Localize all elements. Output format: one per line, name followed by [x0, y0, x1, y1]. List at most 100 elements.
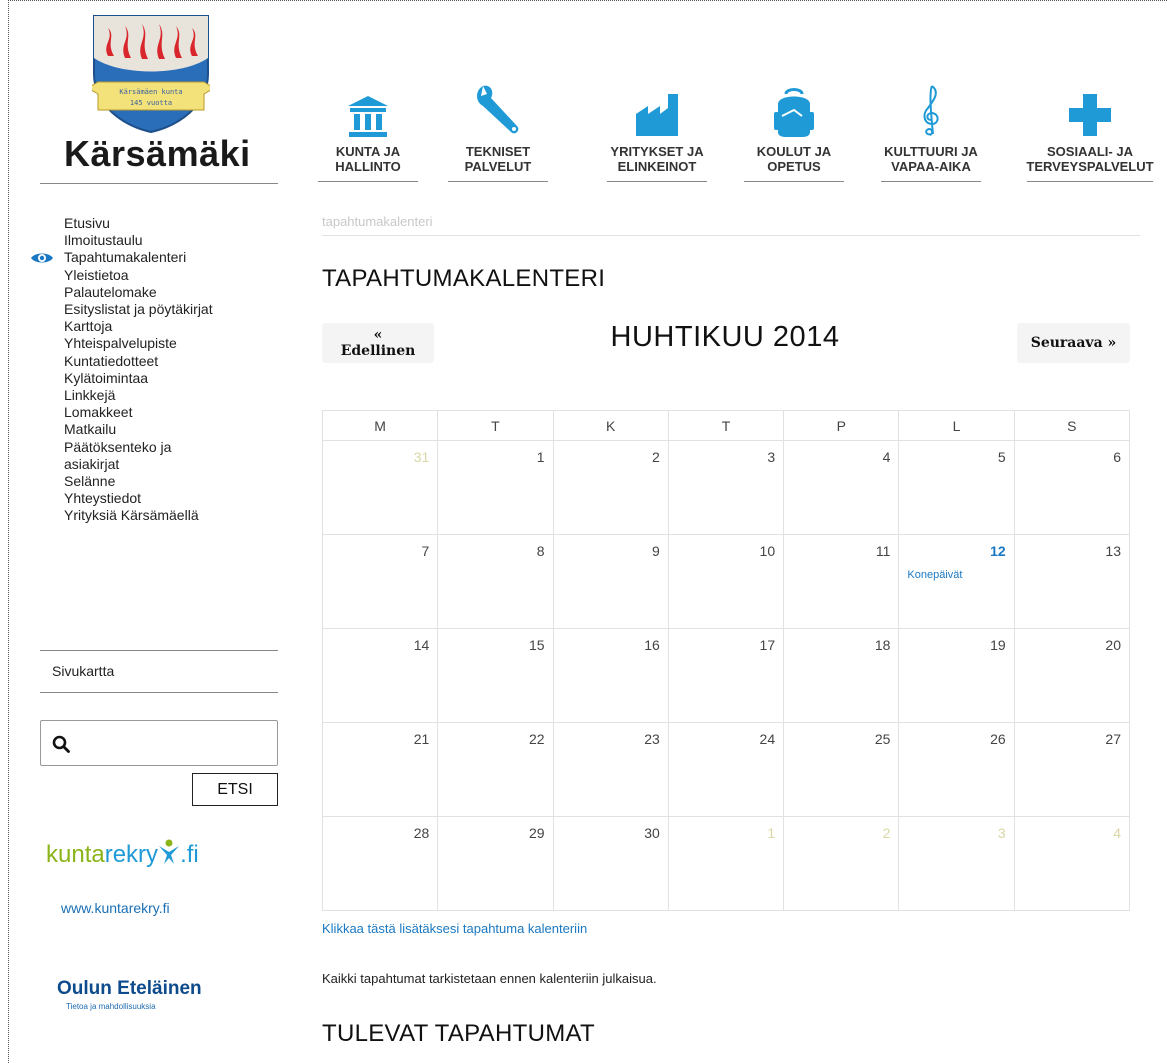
calendar-day-cell[interactable]: 21 — [321, 722, 439, 817]
calendar-day-cell[interactable]: 1 — [667, 816, 785, 911]
topnav-underline — [318, 181, 418, 182]
calendar-event-link[interactable]: Konepäivät — [899, 569, 1005, 581]
search-input[interactable] — [81, 729, 271, 757]
topnav-sosiaali-line1: SOSIAALI- JA — [1047, 144, 1133, 159]
previous-month-button[interactable]: « Edellinen — [322, 323, 434, 363]
calendar-day-cell[interactable]: 29 — [437, 816, 554, 911]
side-nav-item-karttoja[interactable]: Karttoja — [64, 318, 284, 335]
calendar-day-cell[interactable]: 31 — [321, 440, 439, 535]
side-nav-item-esityslistat[interactable]: Esityslistat ja pöytäkirjat — [64, 301, 284, 318]
day-number: 1 — [767, 825, 776, 841]
kuntarekry-part2: rekry — [104, 841, 159, 868]
search-button[interactable]: ETSI — [192, 773, 278, 806]
calendar-day-cell[interactable]: 26 — [898, 722, 1015, 817]
search-icon — [52, 735, 70, 753]
day-number: 9 — [652, 543, 660, 559]
calendar-day-cell[interactable]: 23 — [552, 722, 669, 817]
calendar-day-cell[interactable]: 27 — [1013, 722, 1131, 817]
calendar-day-cell[interactable]: 30 — [552, 816, 669, 911]
side-nav-item-tapahtumakalenteri-row[interactable]: Tapahtumakalenteri — [31, 249, 284, 266]
calendar-day-cell[interactable]: 28 — [321, 816, 439, 911]
day-number: 7 — [421, 543, 430, 559]
calendar-day-cell[interactable]: 4 — [783, 440, 900, 535]
calendar-day-cell[interactable]: 4 — [1013, 816, 1131, 911]
side-nav-item-linkkeja[interactable]: Linkkejä — [64, 387, 284, 404]
side-nav-item-ilmoitustaulu[interactable]: Ilmoitustaulu — [64, 232, 284, 249]
side-nav-item-palautelomake[interactable]: Palautelomake — [64, 284, 284, 301]
day-number: 25 — [874, 731, 891, 747]
calendar-day-cell[interactable]: 20 — [1013, 628, 1131, 723]
calendar-day-cell[interactable]: 13 — [1013, 534, 1131, 629]
breadcrumb[interactable]: tapahtumakalenteri — [322, 214, 433, 229]
topnav-kulttuuri-line1: KULTTUURI JA — [884, 144, 978, 159]
site-name[interactable]: Kärsämäki — [64, 133, 251, 175]
weekday-header: K — [552, 410, 669, 441]
side-nav-item-tapahtumakalenteri: Tapahtumakalenteri — [64, 249, 187, 266]
day-number: 2 — [882, 825, 891, 841]
day-number: 15 — [528, 637, 545, 653]
side-nav-item-paatoksenteko[interactable]: Päätöksenteko ja asiakirjat — [64, 439, 214, 473]
topnav-underline — [881, 181, 981, 182]
topnav-tekniset-palvelut[interactable]: TEKNISET PALVELUT — [443, 78, 553, 182]
weekday-header: T — [437, 410, 554, 441]
coat-of-arms-logo[interactable]: Kärsämäen kunta 145 vuotta — [92, 14, 210, 134]
calendar-day-cell[interactable]: 25 — [783, 722, 900, 817]
day-number: 6 — [1113, 449, 1121, 465]
calendar-day-cell[interactable]: 17 — [667, 628, 785, 723]
side-nav-item-kuntatiedotteet[interactable]: Kuntatiedotteet — [64, 353, 284, 370]
side-nav-item-selanne[interactable]: Selänne — [64, 473, 284, 490]
calendar-day-cell[interactable]: 24 — [667, 722, 785, 817]
calendar-day-cell[interactable]: 14 — [321, 628, 439, 723]
calendar-day-cell[interactable]: 7 — [321, 534, 439, 629]
calendar-day-cell[interactable]: 11 — [783, 534, 900, 629]
calendar-day-cell[interactable]: 1 — [437, 440, 554, 535]
calendar-day-cell[interactable]: 15 — [437, 628, 554, 723]
topnav-underline — [448, 181, 548, 182]
day-number: 4 — [1113, 825, 1121, 841]
calendar-day-cell[interactable]: 8 — [437, 534, 554, 629]
add-event-link[interactable]: Klikkaa tästä lisätäksesi tapahtuma kale… — [322, 921, 587, 936]
calendar-day-cell[interactable]: 19 — [898, 628, 1015, 723]
day-number: 26 — [990, 731, 1006, 747]
medical-cross-icon — [1069, 94, 1111, 136]
kuntarekry-logo[interactable]: kuntarekry .fi — [46, 838, 199, 869]
calendar-day-cell[interactable]: 2 — [783, 816, 900, 911]
calendar-day-cell[interactable]: 2 — [552, 440, 669, 535]
topnav-yritykset-line1: YRITYKSET JA — [610, 144, 704, 159]
day-number: 23 — [644, 731, 660, 747]
upcoming-events-title: TULEVAT TAPAHTUMAT — [322, 1020, 595, 1047]
topnav-kulttuuri-ja-vapaa-aika[interactable]: KULTTUURI JA VAPAA-AIKA — [876, 78, 986, 182]
oulun-etelainen-logo[interactable]: Oulun Eteläinen — [57, 978, 202, 1000]
topnav-tekniset-line1: TEKNISET — [465, 144, 531, 159]
side-nav-item-matkailu[interactable]: Matkailu — [64, 421, 284, 438]
side-nav-item-yleistietoa[interactable]: Yleistietoa — [64, 267, 284, 284]
day-number: 20 — [1105, 637, 1121, 653]
calendar-day-cell[interactable]: 10 — [667, 534, 785, 629]
side-nav-item-yhteispalvelupiste[interactable]: Yhteispalvelupiste — [64, 335, 284, 352]
calendar-day-cell[interactable]: 18 — [783, 628, 900, 723]
side-nav-item-yhteystiedot[interactable]: Yhteystiedot — [64, 490, 284, 507]
side-nav-item-kylatoimintaa[interactable]: Kylätoimintaa — [64, 370, 284, 387]
kuntarekry-url-link[interactable]: www.kuntarekry.fi — [61, 900, 170, 916]
sitemap-link[interactable]: Sivukartta — [52, 663, 114, 679]
calendar-week-row: 21 22 23 24 25 26 27 — [321, 722, 1131, 817]
calendar-day-cell[interactable]: 6 — [1013, 440, 1131, 535]
calendar-day-cell[interactable]: 9 — [552, 534, 669, 629]
topnav-yritykset-ja-elinkeinot[interactable]: YRITYKSET JA ELINKEINOT — [602, 78, 712, 182]
topnav-sosiaali-ja-terveyspalvelut[interactable]: SOSIAALI- JA TERVEYSPALVELUT — [1020, 78, 1160, 182]
calendar-day-cell[interactable]: 3 — [898, 816, 1015, 911]
calendar-day-cell[interactable]: 22 — [437, 722, 554, 817]
side-nav-item-etusivu[interactable]: Etusivu — [64, 215, 284, 232]
day-number: 8 — [536, 543, 545, 559]
calendar-day-cell[interactable]: 16 — [552, 628, 669, 723]
side-nav-item-lomakkeet[interactable]: Lomakkeet — [64, 404, 284, 421]
calendar-day-cell[interactable]: 5 — [898, 440, 1015, 535]
topnav-koulut-ja-opetus[interactable]: KOULUT JA OPETUS — [739, 78, 849, 182]
topnav-kunta-ja-hallinto[interactable]: KUNTA JA HALLINTO — [313, 78, 423, 182]
calendar-day-cell[interactable]: 3 — [667, 440, 785, 535]
side-nav-item-yrityksia[interactable]: Yrityksiä Kärsämäellä — [64, 507, 284, 524]
topnav-koulut-line2: OPETUS — [767, 159, 821, 174]
day-number: 22 — [528, 731, 545, 747]
calendar-day-cell[interactable]: 12 Konepäivät — [898, 534, 1015, 629]
next-month-button[interactable]: Seuraava » — [1017, 323, 1130, 363]
